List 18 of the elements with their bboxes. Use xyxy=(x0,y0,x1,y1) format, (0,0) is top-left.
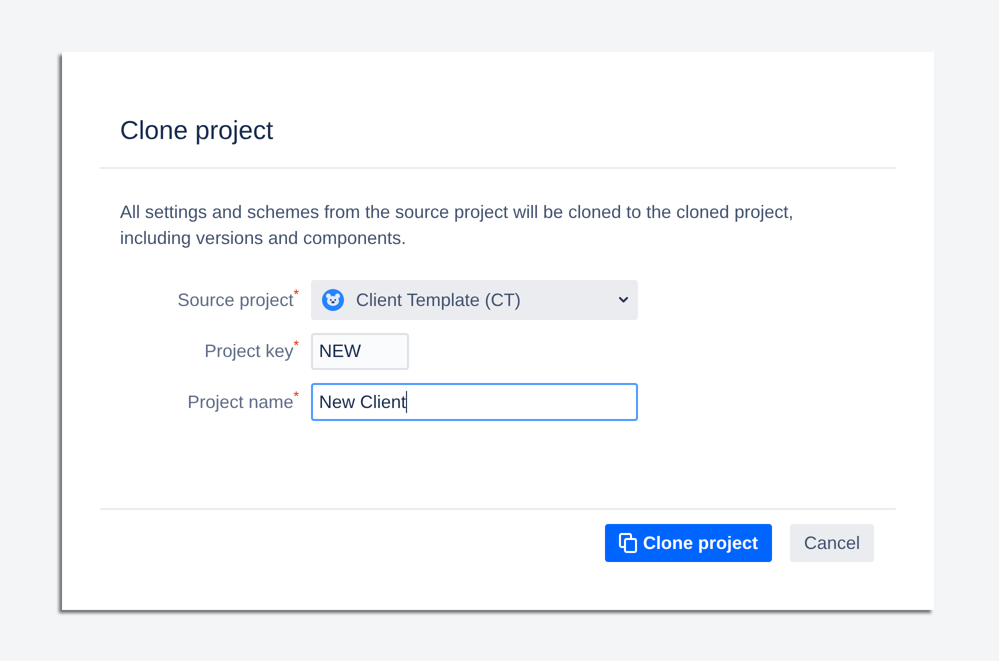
dialog-description: All settings and schemes from the source project will be cloned to the cloned project, including versions and components. xyxy=(120,201,794,250)
project-select[interactable]: Client Template (CT) xyxy=(311,280,638,320)
select-value: Client Template (CT) xyxy=(356,288,522,312)
required-mark: * xyxy=(294,338,299,352)
text-input-field[interactable]: NEW xyxy=(311,333,409,370)
bear-avatar-icon xyxy=(322,289,344,311)
chevron-down-icon xyxy=(619,297,628,303)
clone-project-button[interactable]: Clone project xyxy=(604,524,772,562)
cancel-button[interactable]: Cancel xyxy=(790,524,874,562)
text-input-field[interactable]: New Client xyxy=(311,383,638,421)
field-label: Source project xyxy=(177,290,294,312)
field-label: Project key xyxy=(204,341,294,363)
field-label: Project name xyxy=(187,392,294,414)
required-mark: * xyxy=(294,286,299,300)
required-mark: * xyxy=(294,388,299,402)
text-cursor-icon xyxy=(406,391,408,413)
copy-icon xyxy=(618,533,637,553)
dialog-title: Clone project xyxy=(120,114,274,147)
